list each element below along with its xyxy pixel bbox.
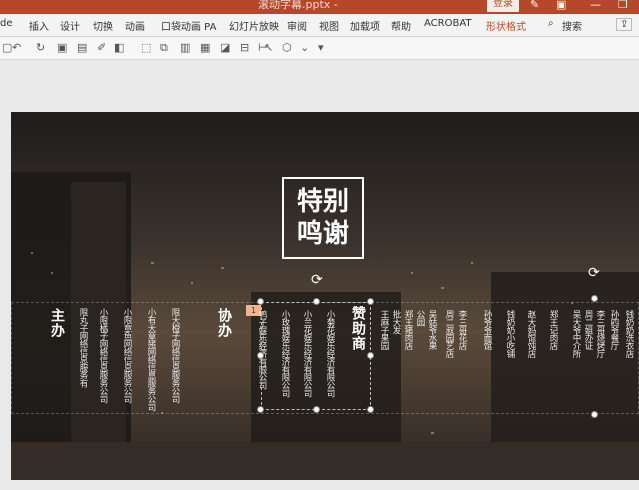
open-icon[interactable]: ▢ xyxy=(2,41,12,54)
tab-pocket-animation[interactable]: 口袋动画 PA xyxy=(161,18,216,33)
resize-handle-tm[interactable] xyxy=(313,298,320,305)
tab-insert[interactable]: 插入 xyxy=(29,18,49,33)
search-icon[interactable]: ⌕ xyxy=(548,18,554,29)
title-box[interactable]: 特别 鸣谢 xyxy=(282,177,364,259)
format-painter-icon[interactable]: ✐ xyxy=(97,41,106,54)
resize-handle-bl[interactable] xyxy=(257,406,264,413)
tab-slideshow[interactable]: 幻灯片放映 xyxy=(229,18,279,33)
pen-icon[interactable]: ✎ xyxy=(530,0,539,11)
resize-handle-group-top[interactable] xyxy=(591,295,598,302)
tab-transitions[interactable]: 切换 xyxy=(93,18,113,33)
tab-design[interactable]: 设计 xyxy=(60,18,80,33)
title-bar: 滚动字幕.pptx - 登录 ✎ ▣ — ❐ xyxy=(0,0,639,14)
pointer-icon[interactable]: ↖ xyxy=(264,41,273,54)
window-title: 滚动字幕.pptx - xyxy=(258,0,338,11)
minimize-icon[interactable]: — xyxy=(590,0,601,11)
rotate-handle-group-icon[interactable]: ⟳ xyxy=(588,265,600,281)
shapes-icon[interactable]: ◧ xyxy=(114,41,124,54)
bring-forward-icon[interactable]: ▥ xyxy=(180,41,190,54)
ribbon-display-icon[interactable]: ▣ xyxy=(556,0,566,11)
tab-animations[interactable]: 动画 xyxy=(125,18,145,33)
login-button[interactable]: 登录 xyxy=(487,0,519,12)
redo-icon[interactable]: ↻ xyxy=(36,41,45,54)
resize-handle-tl[interactable] xyxy=(257,298,264,305)
toolbar: ▢ ↶ ↻ ▣ ▤ ✐ ◧ ⬚ ⧉ ▥ ▦ ◪ ⊟ ⊢ ↖ ⬡ ⌄ ▾ xyxy=(0,37,639,60)
share-icon[interactable]: ⇪ xyxy=(616,18,633,31)
select-pane-icon[interactable]: ⬚ xyxy=(141,41,151,54)
restore-icon[interactable]: ❐ xyxy=(618,0,628,11)
resize-handle-bm[interactable] xyxy=(313,406,320,413)
shape-style-icon[interactable]: ⬡ xyxy=(282,41,292,54)
group-icon[interactable]: ⧉ xyxy=(160,41,168,55)
tab-addins[interactable]: 加载项 xyxy=(350,18,380,33)
resize-handle-ml[interactable] xyxy=(257,352,264,359)
rotate-handle-icon[interactable]: ⟳ xyxy=(311,272,323,288)
resize-handle-br[interactable] xyxy=(367,406,374,413)
align-icon[interactable]: ⊟ xyxy=(240,41,249,54)
city-night-background xyxy=(11,112,639,480)
ribbon-tabs: de 插入 设计 切换 动画 口袋动画 PA 幻灯片放映 审阅 视图 加载项 帮… xyxy=(0,14,639,37)
resize-handle-mr[interactable] xyxy=(367,352,374,359)
resize-handle-group-bottom[interactable] xyxy=(591,411,598,418)
slide-canvas[interactable]: 特别 鸣谢 主办 限丸子网络信息服务有 小限橘子网络信息服务公司 小限章鱼网络信… xyxy=(11,112,639,480)
title-line-2: 鸣谢 xyxy=(296,219,349,249)
undo-icon[interactable]: ↶ xyxy=(12,41,21,54)
rotate-icon[interactable]: ◪ xyxy=(220,41,230,54)
image-icon[interactable]: ▤ xyxy=(77,41,87,54)
start-slideshow-icon[interactable]: ▣ xyxy=(57,41,67,54)
resize-handle-tr[interactable] xyxy=(367,298,374,305)
more-icon[interactable]: ⌄ xyxy=(300,41,309,54)
title-line-1: 特别 xyxy=(296,187,349,217)
send-backward-icon[interactable]: ▦ xyxy=(200,41,210,54)
selection-box-group[interactable] xyxy=(11,302,639,414)
tab-shape-format[interactable]: 形状格式 xyxy=(486,18,526,33)
tab-view[interactable]: 视图 xyxy=(319,18,339,33)
tab-acrobat[interactable]: ACROBAT xyxy=(424,18,472,29)
tab-review[interactable]: 审阅 xyxy=(287,18,307,33)
search-label[interactable]: 搜索 xyxy=(562,18,582,33)
customize-qat-icon[interactable]: ▾ xyxy=(318,41,324,54)
tab-help[interactable]: 帮助 xyxy=(391,18,411,33)
tab-home[interactable]: de xyxy=(0,18,13,29)
